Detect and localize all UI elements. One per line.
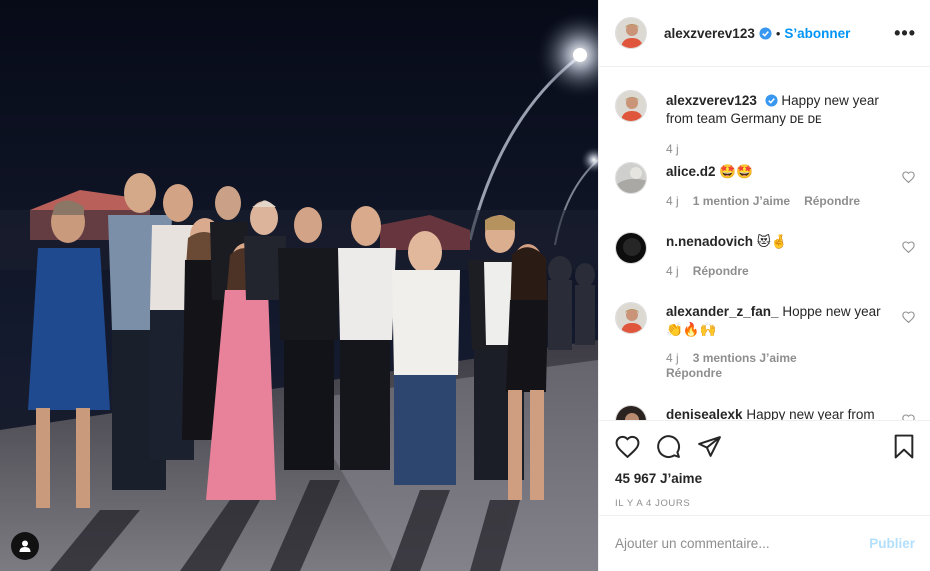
reply-button[interactable]: Répondre [804,194,860,208]
comment-time[interactable]: 4 j [666,142,679,156]
caption-username[interactable]: alexzverev123 [666,93,757,108]
more-icon[interactable]: ••• [894,23,916,44]
avatar[interactable] [615,405,647,420]
reply-button[interactable]: Répondre [666,366,722,380]
publish-button[interactable]: Publier [869,536,915,551]
comment-likes[interactable]: 3 mentions J’aime [693,351,797,365]
heart-icon[interactable] [615,435,640,458]
comment-text: Happy new year from [746,407,875,420]
comment-composer: Ajouter un commentaire... Publier [599,515,930,571]
comment-input[interactable]: Ajouter un commentaire... [615,536,770,551]
heart-icon[interactable] [902,171,915,183]
post-side-panel: alexzverev123 • S’abonner ••• alexzverev… [598,0,930,571]
follow-button[interactable]: S’abonner [784,26,850,41]
comment-username[interactable]: denisealexk [666,407,743,420]
verified-icon [765,94,778,107]
avatar[interactable] [615,90,647,122]
likes-count[interactable]: 45 967 J’aime [615,471,915,486]
comment-likes[interactable]: 1 mention J’aime [693,194,790,208]
share-icon[interactable] [697,435,722,458]
comment-time[interactable]: 4 j [666,351,679,365]
avatar[interactable] [615,162,647,194]
bookmark-icon[interactable] [893,434,915,459]
avatar[interactable] [615,232,647,264]
comments-list[interactable]: alexzverev123 Happy new year from team G… [599,68,930,420]
comment-time[interactable]: 4 j [666,264,679,278]
comment-text: 😻🤞 [756,234,788,249]
comment-username[interactable]: alexander_z_fan_ [666,304,779,319]
user-tag-icon[interactable] [11,532,39,560]
heart-icon[interactable] [902,311,915,323]
post-actions: 45 967 J’aime IL Y A 4 JOURS [599,420,930,509]
post-timestamp[interactable]: IL Y A 4 JOURS [615,498,915,509]
separator-dot: • [775,25,781,41]
post-header: alexzverev123 • S’abonner ••• [599,0,930,67]
caption-flags: ᴅᴇ ᴅᴇ [789,111,822,126]
heart-icon[interactable] [902,241,915,253]
comment-icon[interactable] [656,434,681,459]
comment-text: 🤩🤩 [719,164,753,179]
comment-username[interactable]: n.nenadovich [666,234,753,249]
comment-time[interactable]: 4 j [666,194,679,208]
reply-button[interactable]: Répondre [693,264,749,278]
comment-username[interactable]: alice.d2 [666,164,716,179]
avatar[interactable] [615,302,647,334]
post-photo[interactable] [0,0,598,571]
verified-icon [759,26,772,40]
group-photo-illustration [0,0,598,571]
post-username[interactable]: alexzverev123 [664,26,755,41]
avatar[interactable] [615,17,647,49]
